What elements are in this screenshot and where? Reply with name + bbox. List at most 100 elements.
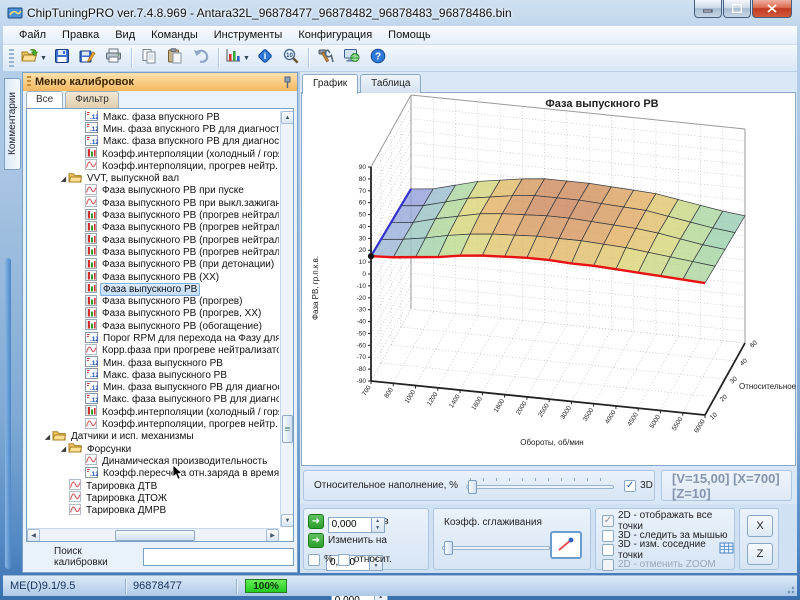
tree-item[interactable]: Тарировка ДМРВ: [27, 505, 279, 517]
z-axis-button[interactable]: Z: [747, 543, 773, 565]
tree-item-label[interactable]: Форсунки: [85, 444, 133, 455]
tree-item-label[interactable]: Коэфф.интерполяции, прогрев нейтр. (холо…: [100, 419, 279, 430]
tree-item-label[interactable]: Фаза выпускного РВ (прогрев нейтрализато…: [100, 210, 279, 221]
tree-item-label[interactable]: Фаза выпускного РВ (прогрев, ХХ): [100, 308, 263, 319]
tree-item[interactable]: .12Порог RPM для перехода на Фазу для ре…: [27, 332, 279, 344]
tree-horizontal-scrollbar[interactable]: ◀ ▶: [27, 528, 279, 541]
tree-item-label[interactable]: Коэфф.интерполяции (холодный / горячий ): [100, 149, 279, 160]
tree-item[interactable]: Фаза выпускного РВ при выкл.зажигания: [27, 197, 279, 209]
menu-инструменты[interactable]: Инструменты: [206, 27, 291, 43]
info-button[interactable]: i: [252, 46, 278, 70]
save-button[interactable]: [49, 46, 75, 70]
apply-smoothing-button[interactable]: [550, 531, 582, 559]
tree-item-label[interactable]: Макс. фаза впускного РВ для диагностики: [101, 136, 279, 147]
tree-item-label[interactable]: Порог RPM для перехода на Фазу для режим…: [101, 333, 279, 344]
scroll-left-icon[interactable]: ◀: [27, 529, 40, 542]
fill-slider[interactable]: [466, 478, 614, 494]
menu-вид[interactable]: Вид: [107, 27, 143, 43]
tree-item-label[interactable]: Фаза выпускного РВ при пуске: [100, 185, 246, 196]
print-button[interactable]: [101, 46, 127, 70]
tree-item[interactable]: Динамическая производительность: [27, 455, 279, 467]
tree-item-label[interactable]: Фаза выпускного РВ: [100, 283, 200, 296]
tree-item[interactable]: Тарировка ДТОЖ: [27, 492, 279, 504]
tree-folder[interactable]: ◢Датчики и исп. механизмы: [27, 431, 279, 443]
tree-item-label[interactable]: Тарировка ДТВ: [84, 481, 159, 492]
tree-item[interactable]: .12Мин. фаза впускного РВ для диагностик…: [27, 123, 279, 135]
checkbox-percent[interactable]: [308, 554, 320, 566]
checkbox-option-2[interactable]: [602, 544, 614, 556]
comments-tab[interactable]: Комментарии: [4, 78, 21, 170]
horizontal-scroll-thumb[interactable]: [115, 530, 195, 541]
tree-item[interactable]: Фаза выпускного РВ: [27, 283, 279, 295]
undo-button[interactable]: [188, 46, 214, 70]
menu-команды[interactable]: Команды: [143, 27, 206, 43]
tree-item-label[interactable]: Мин. фаза выпускного РВ для диагностики: [101, 382, 279, 393]
tree-item-label[interactable]: Мин. фаза выпускного РВ: [101, 358, 225, 369]
tree-item[interactable]: .12Мин. фаза выпускного РВ для диагности…: [27, 382, 279, 394]
title-bar[interactable]: ChipTuningPRO ver.7.4.8.969 - Antara32L_…: [0, 0, 800, 26]
tree-item-label[interactable]: Тарировка ДМРВ: [84, 505, 168, 516]
tree-item[interactable]: Коэфф.интерполяции, прогрев нейтр. (холо…: [27, 160, 279, 172]
tree-item-label[interactable]: Коэфф.интерполяции (холодный / горячий ): [100, 407, 279, 418]
checkbox-3d[interactable]: ✓: [624, 480, 636, 492]
tree-item-label[interactable]: Фаза выпускного РВ (при детонации): [100, 259, 276, 270]
tree-item[interactable]: Коэфф.интерполяции, прогрев нейтр. (холо…: [27, 418, 279, 430]
tree-item-label[interactable]: Макс. фаза впускного РВ: [101, 112, 222, 123]
tree-item-label[interactable]: Тарировка ДТОЖ: [84, 493, 169, 504]
tree-item-label[interactable]: Коэфф.пересчета отн.заряда в время впрыс…: [101, 468, 279, 479]
tree-item-label[interactable]: Фаза выпускного РВ (прогрев нейтрал., ХХ…: [100, 247, 279, 258]
resize-grip[interactable]: [783, 582, 795, 594]
tree-item[interactable]: Фаза выпускного РВ (обогащение): [27, 320, 279, 332]
menu-правка[interactable]: Правка: [54, 27, 107, 43]
close-button[interactable]: [752, 0, 792, 18]
charts-dropdown-icon[interactable]: ▼: [243, 55, 250, 62]
tree-item-label[interactable]: VVT, выпускной вал: [85, 173, 181, 184]
tree-item-label[interactable]: Фаза выпускного РВ (прогрев нейтрал., хо…: [100, 222, 279, 233]
tree-item[interactable]: .12Макс. фаза выпускного РВ для диагност…: [27, 394, 279, 406]
search-input[interactable]: [143, 548, 294, 566]
checkbox-option-0[interactable]: ✓: [602, 515, 614, 527]
tree-item[interactable]: .12Макс. фаза впускного РВ: [27, 111, 279, 123]
tab-table[interactable]: Таблица: [360, 74, 421, 93]
scroll-down-icon[interactable]: ▼: [281, 514, 294, 527]
x-axis-button[interactable]: X: [747, 515, 773, 537]
menu-файл[interactable]: Файл: [11, 27, 54, 43]
tree-item[interactable]: .12Мин. фаза выпускного РВ: [27, 357, 279, 369]
menu-помощь[interactable]: Помощь: [380, 27, 439, 43]
tab-all[interactable]: Все: [26, 91, 63, 108]
tree-item-label[interactable]: Фаза выпускного РВ (прогрев): [100, 296, 244, 307]
tree-item[interactable]: Фаза выпускного РВ (при детонации): [27, 259, 279, 271]
tree-item-label[interactable]: Динамическая производительность: [100, 456, 269, 467]
tree-item[interactable]: Фаза выпускного РВ (прогрев нейтрал., хо…: [27, 222, 279, 234]
vertical-scroll-thumb[interactable]: [282, 415, 293, 443]
tree-item[interactable]: Фаза выпускного РВ (прогрев): [27, 295, 279, 307]
open-button[interactable]: ▼: [18, 46, 49, 70]
tree-item[interactable]: Фаза выпускного РВ (прогрев, ХХ): [27, 308, 279, 320]
surface-chart[interactable]: -90-80-70-60-50-40-30-20-100102030405060…: [302, 93, 796, 463]
charts-button[interactable]: ▼: [223, 46, 252, 70]
slider-thumb[interactable]: [468, 480, 477, 494]
checkbox-relative[interactable]: [338, 554, 350, 566]
tree-folder[interactable]: ◢ Форсунки: [27, 443, 279, 455]
tree-item-label[interactable]: Фаза выпускного РВ (прогрев нейтрал., ХХ…: [100, 235, 279, 246]
tree-item-label[interactable]: Фаза выпускного РВ (обогащение): [100, 321, 264, 332]
expander-icon[interactable]: ◢: [59, 445, 68, 453]
tree-item-label[interactable]: Корр.фаза при прогреве нейтрализатора: [100, 345, 279, 356]
apply-set-button[interactable]: ➜: [308, 514, 324, 529]
set-spinner[interactable]: ▲▼: [372, 517, 385, 533]
paste-button[interactable]: [162, 46, 188, 70]
tree-item[interactable]: Коэфф.интерполяции (холодный / горячий ): [27, 406, 279, 418]
zoom-10-button[interactable]: 10: [278, 46, 304, 70]
tree-item[interactable]: .12Макс. фаза впускного РВ для диагности…: [27, 136, 279, 148]
maximize-button[interactable]: [723, 0, 751, 18]
slider-groove[interactable]: [466, 485, 614, 489]
apply-change-button[interactable]: ➜: [308, 533, 324, 548]
minimize-button[interactable]: [694, 0, 722, 18]
tree-item[interactable]: Фаза выпускного РВ при пуске: [27, 185, 279, 197]
tree-item[interactable]: Фаза выпускного РВ (прогрев нейтрал., ХХ…: [27, 246, 279, 258]
tree-item-label[interactable]: Мин. фаза впускного РВ для диагностики: [101, 124, 279, 135]
menu-конфигурация[interactable]: Конфигурация: [290, 27, 380, 43]
checkbox-option-1[interactable]: [602, 530, 614, 542]
tree-item[interactable]: Фаза выпускного РВ (прогрев нейтрал., ХХ…: [27, 234, 279, 246]
save-as-button[interactable]: [75, 46, 101, 70]
